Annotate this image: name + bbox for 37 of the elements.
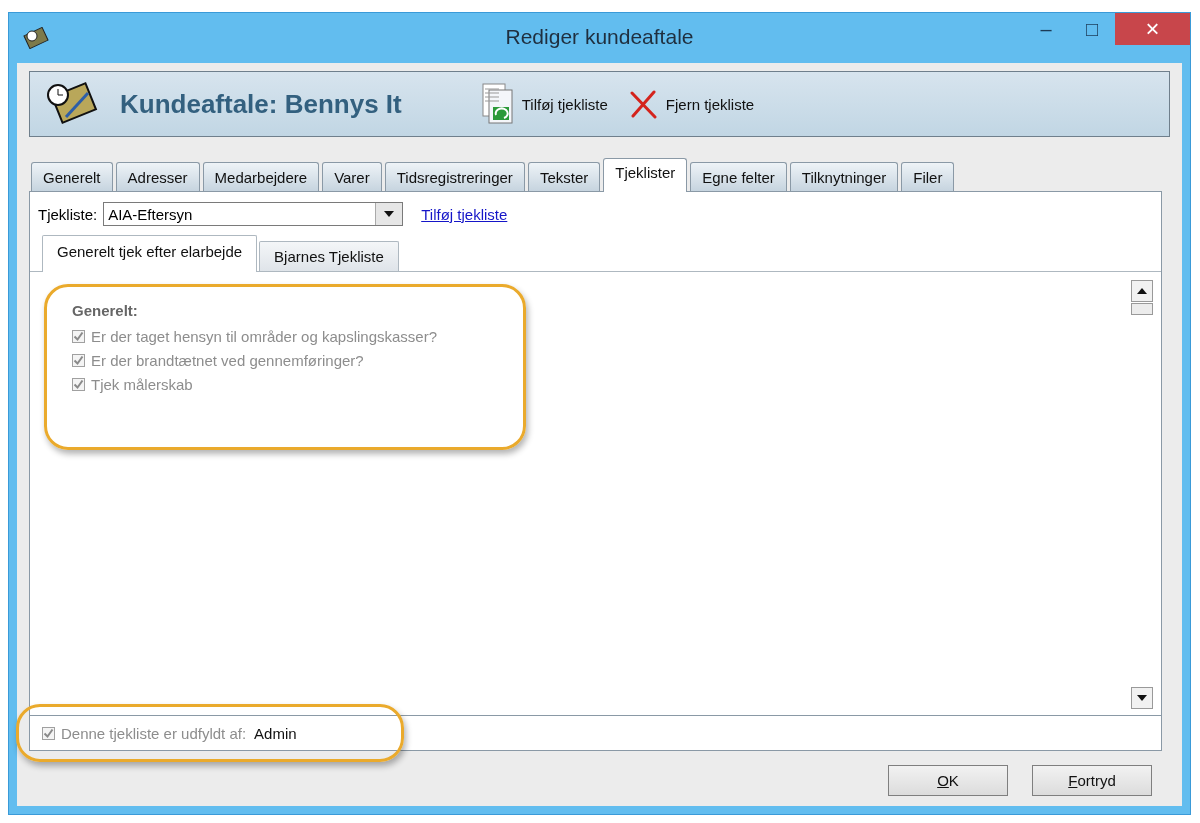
close-button[interactable]: × xyxy=(1115,13,1190,45)
tab[interactable]: Generelt xyxy=(31,162,113,191)
agreement-title: Kundeaftale: Bennys It xyxy=(120,88,402,120)
document-add-icon xyxy=(481,83,514,125)
minimize-button[interactable]: – xyxy=(1023,13,1069,45)
checklist-item-label: Er der brandtætnet ved gennemføringer? xyxy=(91,351,364,369)
field-label: Tjekliste: xyxy=(38,205,98,223)
tab[interactable]: Adresser xyxy=(115,162,200,191)
scroll-down-icon xyxy=(1137,695,1147,701)
tab[interactable]: Tekster xyxy=(527,162,601,191)
checklist-tab[interactable]: Bjarnes Tjekliste xyxy=(259,241,399,271)
scroll-up-icon xyxy=(1137,288,1147,294)
scrollbar[interactable] xyxy=(1129,280,1155,709)
ok-button[interactable]: OK xyxy=(888,765,1008,796)
cancel-button[interactable]: Fortryd xyxy=(1032,765,1152,796)
tab[interactable]: Tilknytninger xyxy=(789,162,899,191)
tab[interactable]: Tidsregistreringer xyxy=(384,162,525,191)
contract-icon xyxy=(44,81,100,127)
checklist-dropdown[interactable]: AIA-Eftersyn xyxy=(103,202,404,226)
tab[interactable]: Filer xyxy=(901,162,955,191)
completed-by-value: Admin xyxy=(254,724,297,742)
completed-by-label: Denne tjekliste er udfyldt af: xyxy=(61,724,247,742)
tab[interactable]: Tjeklister xyxy=(603,158,688,192)
dropdown-arrow-icon xyxy=(384,211,395,217)
scrollbar-thumb[interactable] xyxy=(1131,303,1153,315)
checklist-tab[interactable]: Generelt tjek efter elarbejde xyxy=(42,235,258,272)
checklist-item-label: Tjek målerskab xyxy=(91,375,193,393)
maximize-button[interactable]: □ xyxy=(1069,13,1115,45)
tab[interactable]: Egne felter xyxy=(690,162,787,191)
window-title: Rediger kundeaftale xyxy=(505,25,694,49)
section-heading: Generelt: xyxy=(72,302,139,321)
tab[interactable]: Varer xyxy=(322,162,382,191)
add-checklist-button[interactable]: Tilføj tjekliste xyxy=(481,83,608,125)
tab[interactable]: Medarbejdere xyxy=(202,162,320,191)
remove-checklist-button[interactable]: Fjern tjekliste xyxy=(627,89,755,119)
add-checklist-link[interactable]: Tilføj tjekliste xyxy=(421,205,508,223)
checklist-item-label: Er der taget hensyn til områder og kapslingskasser? xyxy=(91,327,437,345)
